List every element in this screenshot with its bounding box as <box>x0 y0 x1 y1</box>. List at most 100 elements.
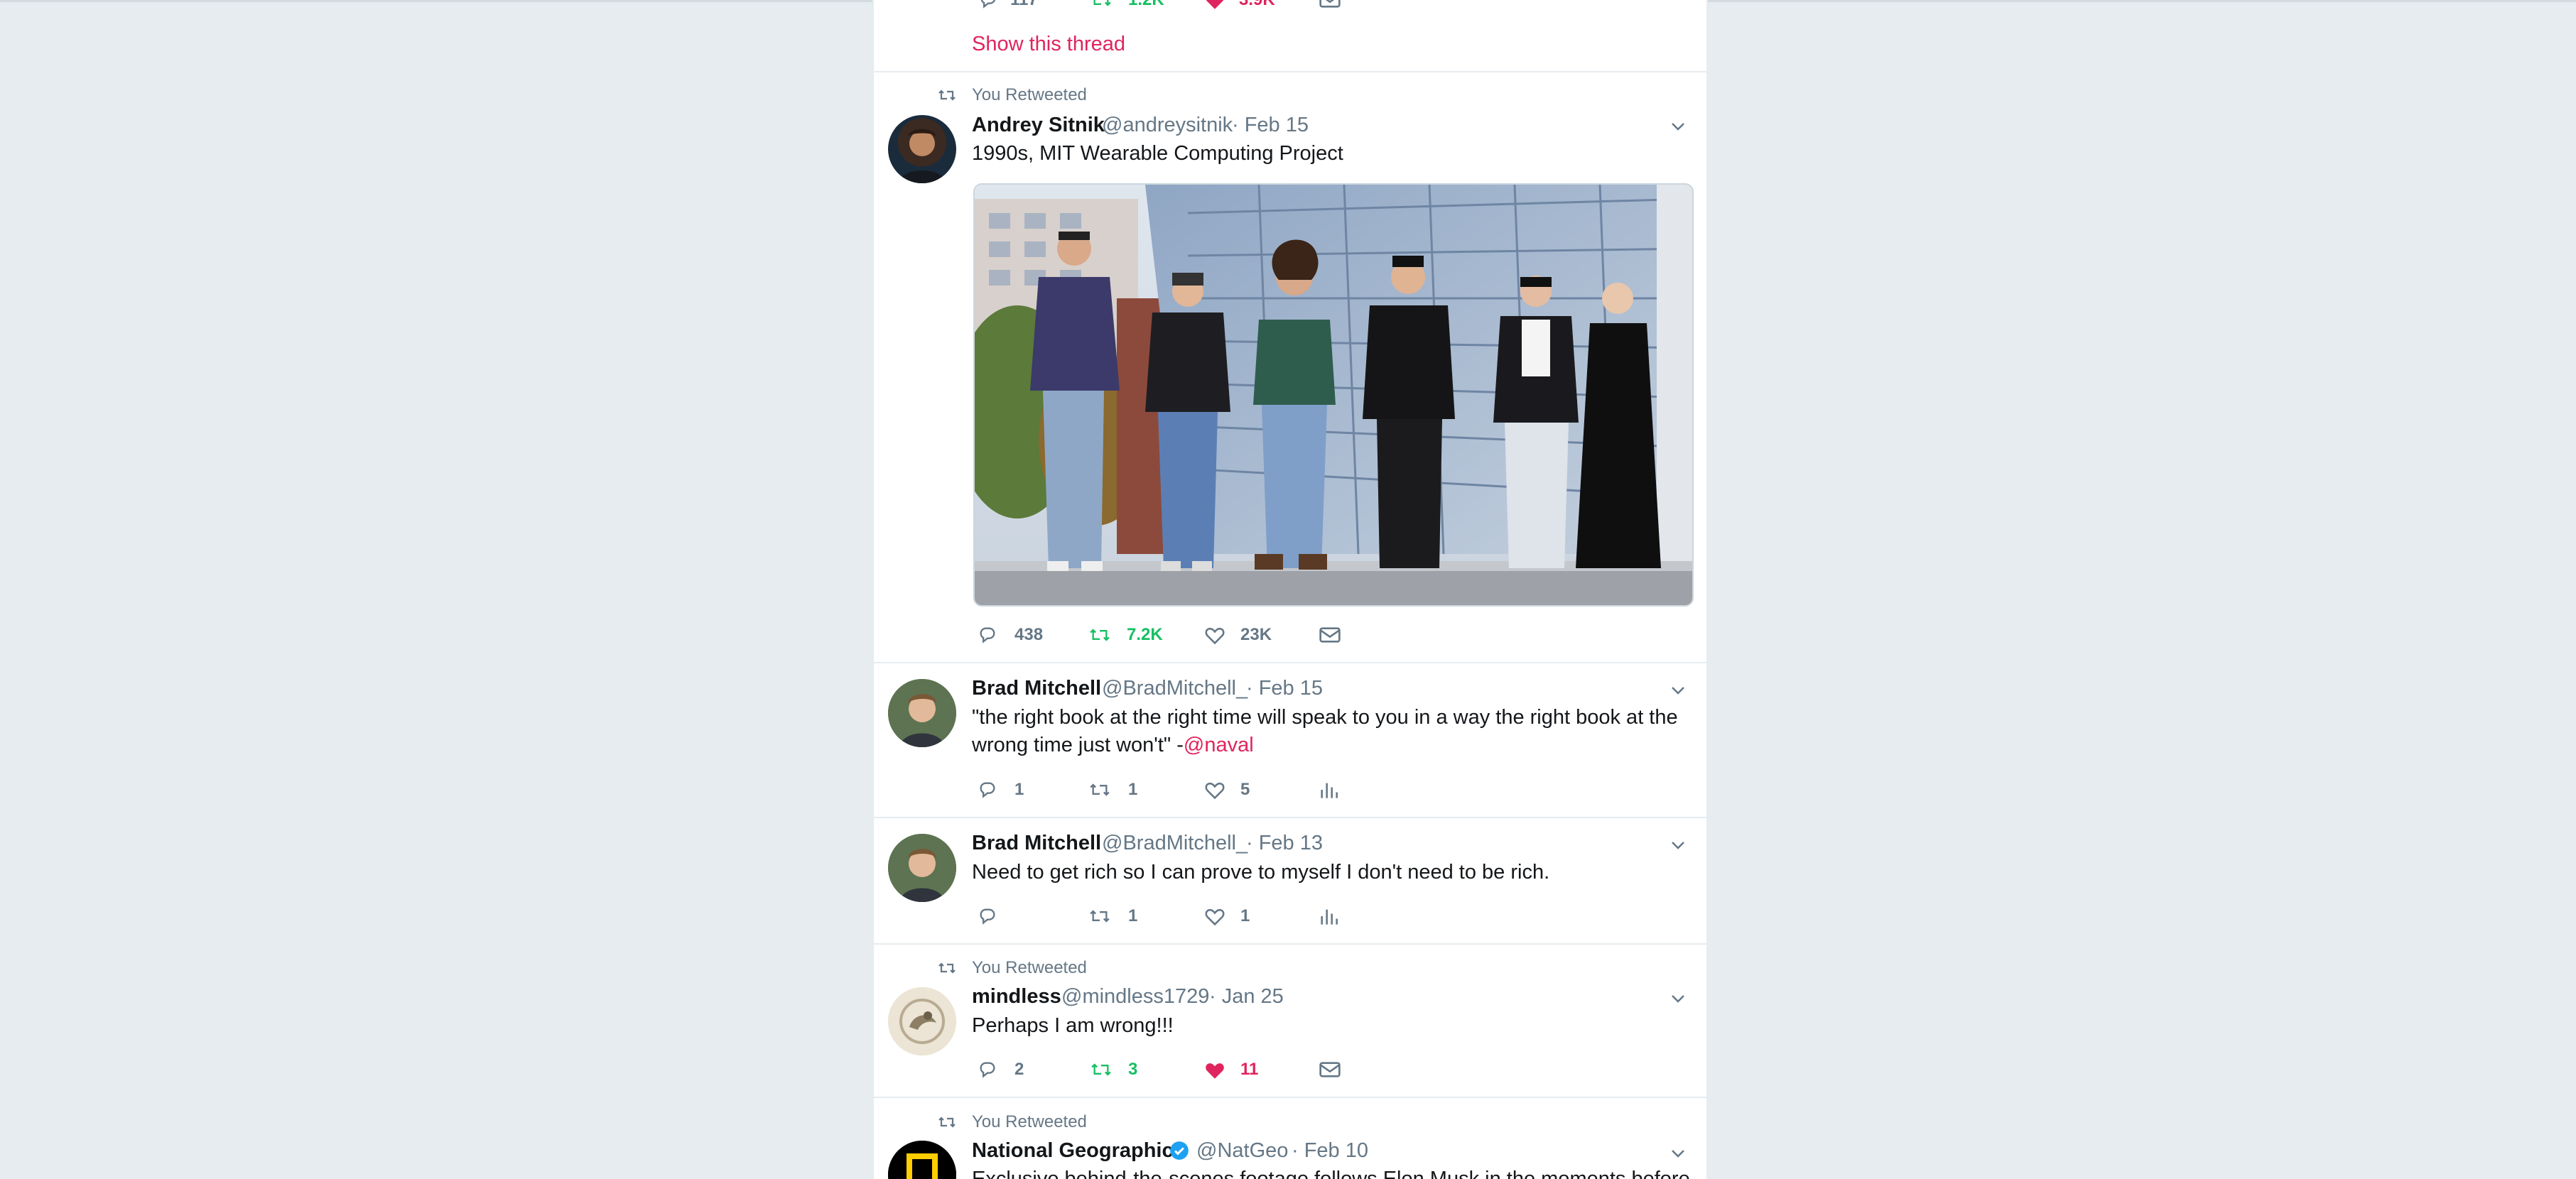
tweet-date[interactable]: · Feb 15 <box>1246 677 1323 700</box>
retweet-action[interactable] <box>1088 1060 1114 1080</box>
tweet-author-name[interactable]: Brad Mitchell <box>972 677 1101 700</box>
analytics-icon <box>1321 909 1338 925</box>
tweet-author-name[interactable]: Andrey Sitnik <box>972 114 1105 137</box>
retweet-action[interactable] <box>1087 625 1113 645</box>
retweet-context-label: You Retweeted <box>972 1112 1087 1131</box>
tweet-date[interactable]: · Feb 15 <box>1232 114 1309 137</box>
envelope-icon <box>1319 1062 1341 1077</box>
like-count: 23K <box>1240 625 1272 644</box>
divider <box>874 662 1706 663</box>
divider <box>874 71 1706 72</box>
show-thread-link[interactable]: Show this thread <box>972 30 1125 58</box>
tweet-text: Exclusive behind-the-scenes footage foll… <box>972 1168 1690 1179</box>
verified-badge-icon <box>1169 1141 1189 1161</box>
tweet-text: Need to get rich so I can prove to mysel… <box>972 861 1550 884</box>
avatar[interactable] <box>888 679 956 747</box>
reply-action[interactable] <box>976 625 999 645</box>
chevron-down-icon[interactable] <box>1669 837 1687 854</box>
chevron-down-icon[interactable] <box>1669 682 1687 699</box>
envelope-icon <box>1319 627 1341 643</box>
dm-action[interactable] <box>1319 625 1341 645</box>
analytics-action[interactable] <box>1319 780 1338 800</box>
avatar[interactable] <box>888 834 956 902</box>
chevron-down-icon[interactable] <box>1669 1145 1687 1162</box>
tweet-author-name[interactable]: mindless <box>972 985 1061 1009</box>
prev-reply-count: 117 <box>1010 0 1038 10</box>
like-action[interactable] <box>1203 625 1226 645</box>
tweet-text: wrong time just won't" - <box>972 734 1184 756</box>
retweet-count: 7.2K <box>1127 625 1163 644</box>
tweet-author-name[interactable]: National Geographic <box>972 1139 1174 1163</box>
retweet-context-icon <box>936 87 958 104</box>
tweet-text: Perhaps I am wrong!!! <box>972 1014 1174 1037</box>
reply-action[interactable] <box>976 906 999 926</box>
like-action[interactable] <box>1203 780 1226 800</box>
analytics-action[interactable] <box>1319 906 1338 926</box>
like-count: 1 <box>1240 906 1250 925</box>
reply-icon <box>980 627 995 643</box>
timeline: 117 1.2K 3.9K Show this thread You Retwe… <box>872 0 1708 1179</box>
retweet-icon <box>1090 910 1110 923</box>
retweet-context-label: You Retweeted <box>972 958 1087 977</box>
retweet-action[interactable] <box>1087 780 1113 800</box>
tweet-text-line: "the right book at the right time will s… <box>972 706 1678 729</box>
prev-reply-action[interactable] <box>977 0 1000 10</box>
reply-action[interactable] <box>976 1060 999 1080</box>
avatar[interactable] <box>888 1141 956 1179</box>
divider <box>874 817 1706 818</box>
like-count: 5 <box>1240 780 1250 799</box>
tweet-author-handle[interactable]: @NatGeo <box>1196 1139 1288 1163</box>
heart-icon <box>1205 908 1225 926</box>
heart-icon <box>1205 782 1225 800</box>
dm-action[interactable] <box>1319 1060 1341 1080</box>
avatar[interactable] <box>888 987 956 1055</box>
retweet-context-icon <box>936 960 958 977</box>
tweet-text: 1990s, MIT Wearable Computing Project <box>972 142 1343 165</box>
mention-link[interactable]: @naval <box>1184 734 1254 756</box>
like-action[interactable] <box>1203 1060 1226 1080</box>
retweet-count: 1 <box>1128 906 1138 925</box>
prev-retweet-action[interactable] <box>1088 0 1114 10</box>
reply-icon <box>980 0 996 9</box>
retweet-context-icon <box>936 1114 958 1131</box>
reply-count: 1 <box>1014 780 1024 799</box>
reply-count: 2 <box>1014 1060 1024 1079</box>
retweet-icon <box>1090 629 1110 641</box>
retweet-icon <box>1093 0 1111 6</box>
retweet-icon <box>1091 1063 1111 1076</box>
tweet-author-handle[interactable]: @BradMitchell_ <box>1102 677 1248 700</box>
like-action[interactable] <box>1203 906 1226 926</box>
analytics-icon <box>1321 783 1338 798</box>
tweet-date[interactable]: · Feb 10 <box>1292 1139 1368 1163</box>
divider <box>874 1097 1706 1098</box>
tweet-author-handle[interactable]: @andreysitnik <box>1102 114 1233 137</box>
reply-icon <box>980 1062 995 1078</box>
tweet-author-name[interactable]: Brad Mitchell <box>972 832 1101 855</box>
retweet-icon <box>1090 783 1110 796</box>
retweet-count: 1 <box>1128 780 1138 799</box>
tweet-author-handle[interactable]: @BradMitchell_ <box>1102 832 1248 855</box>
retweet-count: 3 <box>1128 1060 1138 1079</box>
reply-action[interactable] <box>976 780 999 800</box>
prev-like-count: 3.9K <box>1239 0 1275 10</box>
chevron-down-icon[interactable] <box>1669 990 1687 1007</box>
tweet-date[interactable]: · Jan 25 <box>1209 985 1284 1009</box>
heart-icon <box>1205 627 1225 645</box>
divider <box>874 943 1706 945</box>
reply-icon <box>980 782 995 798</box>
prev-retweet-count: 1.2K <box>1128 0 1164 10</box>
chevron-down-icon[interactable] <box>1669 118 1687 135</box>
avatar[interactable] <box>888 115 956 183</box>
retweet-context-label: You Retweeted <box>972 85 1087 104</box>
tweet-photo[interactable] <box>973 183 1694 607</box>
tweet-author-handle[interactable]: @mindless1729 <box>1061 985 1209 1009</box>
prev-dm-action[interactable] <box>1319 0 1341 10</box>
prev-like-action[interactable] <box>1203 0 1226 10</box>
retweet-action[interactable] <box>1087 906 1113 926</box>
like-count: 11 <box>1240 1060 1259 1079</box>
tweet-text-line: wrong time just won't" -@naval <box>972 731 1254 759</box>
envelope-icon <box>1319 0 1341 8</box>
reply-count: 438 <box>1014 625 1044 644</box>
tweet-date[interactable]: · Feb 13 <box>1246 832 1323 855</box>
heart-icon <box>1206 0 1224 9</box>
